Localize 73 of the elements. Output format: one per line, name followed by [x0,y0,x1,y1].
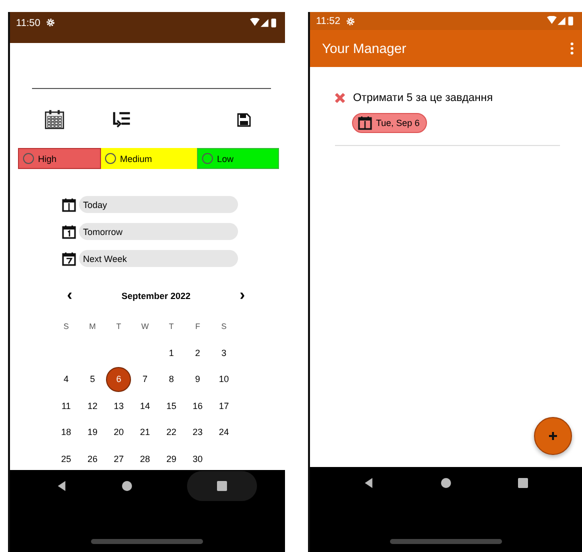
quick-date-chip[interactable]: Tomorrow [79,223,238,240]
calendar-day[interactable]: 21 [132,419,158,446]
calendar-day[interactable]: 4 [53,366,80,392]
home-icon[interactable] [440,478,451,488]
weekday-label: M [88,320,97,333]
status-time: 11:50 [16,18,40,29]
status-icons [250,18,279,28]
back-icon[interactable] [364,478,374,488]
calendar-day[interactable]: 16 [184,392,211,419]
calendar-day[interactable]: 8 [158,366,184,392]
calendar-day[interactable]: 19 [79,419,106,446]
calendar-icon [358,116,372,130]
calendar-day[interactable]: 22 [158,419,184,446]
calendar-day[interactable]: 3 [210,340,238,366]
task-title: Отримати 5 за це завдання [352,92,493,104]
due-date-chip[interactable]: Tue, Sep 6 [352,113,427,133]
weekday-label: F [194,320,202,333]
back-icon[interactable] [57,481,68,491]
calendar-day[interactable]: 15 [158,392,184,419]
save-icon[interactable] [236,112,251,126]
quick-date-chip[interactable]: Next Week [79,250,238,267]
calendar-day[interactable]: 11 [53,392,80,419]
plus-icon [548,431,558,441]
delete-icon[interactable] [334,92,346,104]
priority-option[interactable]: Medium [101,148,197,169]
status-time: 11:52 [316,16,340,26]
calendar-day[interactable]: 20 [106,419,132,446]
priority-option[interactable]: Low [197,148,279,169]
calendar-day[interactable]: 29 [158,446,184,470]
recents-button[interactable] [187,471,258,501]
next-month-button[interactable]: › [240,287,245,305]
calendar-icon [62,224,76,238]
calendar-day[interactable]: 13 [106,392,132,419]
calendar-day[interactable]: 24 [210,419,238,446]
calendar-day[interactable]: 30 [184,446,211,470]
calendar-day[interactable]: 10 [210,366,238,392]
app-title: Your Manager [322,41,406,56]
calendar-day[interactable]: 23 [184,419,211,446]
weekday-label: T [115,320,122,333]
priority-option[interactable]: High [18,148,101,169]
calendar-icon [62,198,76,212]
calendar-day[interactable]: 25 [53,446,80,470]
recents-icon[interactable] [518,478,528,488]
calendar-day[interactable]: 7 [132,366,158,392]
more-options-icon[interactable] [570,42,574,55]
status-icons [547,16,576,26]
home-icon[interactable] [122,481,132,491]
month-title: September 2022 [121,291,191,301]
calendar-day[interactable]: 28 [132,446,158,470]
calendar-day[interactable]: 9 [184,366,211,392]
weekday-label: T [168,320,175,333]
settings-icon [346,16,356,26]
calendar-day[interactable]: 1 [158,340,184,366]
calendar-day[interactable]: 14 [132,392,158,419]
square-icon [217,481,228,491]
calendar-day[interactable]: 6 [106,366,132,392]
weekday-label: S [62,320,70,333]
calendar-day[interactable]: 27 [106,446,132,470]
calendar-icon[interactable] [44,109,65,130]
weekday-label: S [220,320,228,333]
calendar-day[interactable]: 5 [79,366,106,392]
list-arrow-icon[interactable] [111,109,132,130]
calendar-day[interactable]: 18 [53,419,80,446]
calendar-day[interactable]: 26 [79,446,106,470]
previous-month-button[interactable]: ‹ [67,287,72,305]
calendar-day[interactable]: 17 [210,392,238,419]
calendar-day[interactable]: 12 [79,392,106,419]
calendar-day[interactable]: 2 [184,340,211,366]
quick-date-chip[interactable]: Today [79,196,238,213]
weekday-label: W [140,320,150,333]
add-button[interactable] [534,417,572,455]
settings-icon [46,18,56,27]
calendar-icon [62,252,76,266]
